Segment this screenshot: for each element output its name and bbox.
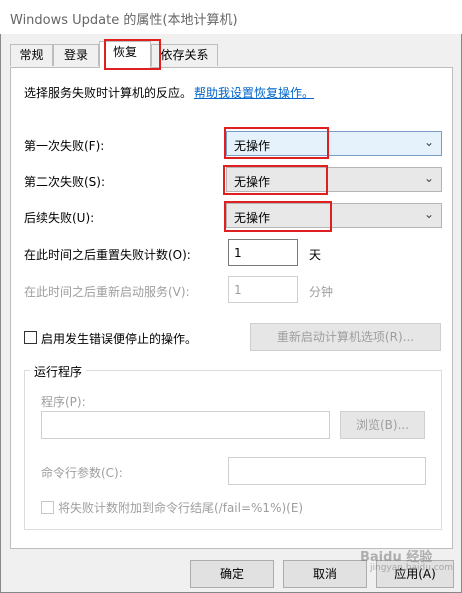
chevron-down-icon: ⌄ [423, 135, 434, 149]
watermark-url: jingyan.baidu.com [370, 563, 454, 573]
ok-button[interactable]: 确定 [190, 560, 274, 588]
program-input[interactable] [41, 411, 330, 439]
tab-dependencies[interactable]: 依存关系 [151, 44, 218, 66]
help-link[interactable]: 帮助我设置恢复操作。 [194, 84, 314, 101]
reset-count-label: 在此时间之后重置失败计数(O): [24, 248, 191, 262]
cmd-params-input[interactable] [228, 457, 426, 485]
intro-text: 选择服务失败时计算机的反应。 [24, 86, 193, 100]
enable-actions-label: 启用发生错误便停止的操作。 [41, 332, 198, 346]
browse-button[interactable]: 浏览(B)... [340, 411, 425, 439]
tab-logon[interactable]: 登录 [53, 44, 99, 66]
subsequent-failure-label: 后续失败(U): [24, 211, 95, 225]
append-fail-checkbox[interactable] [41, 501, 54, 514]
first-failure-label: 第一次失败(F): [24, 139, 105, 153]
tab-general[interactable]: 常规 [10, 44, 53, 66]
highlight-recovery-tab [104, 39, 161, 70]
highlight-first-failure [224, 127, 329, 159]
restart-service-value: 1 [234, 283, 242, 297]
reset-count-unit: 天 [309, 248, 322, 262]
run-program-title: 运行程序 [30, 363, 87, 380]
append-fail-label: 将失败计数附加到命令行结尾(/fail=%1%)(E) [58, 501, 304, 515]
cmd-params-label: 命令行参数(C): [41, 466, 123, 480]
restart-service-unit: 分钟 [309, 285, 334, 299]
cancel-button[interactable]: 取消 [283, 560, 367, 588]
reset-count-value: 1 [234, 246, 242, 260]
window-title: Windows Update 的属性(本地计算机) [10, 13, 238, 28]
chevron-down-icon: ⌄ [423, 171, 434, 185]
program-label: 程序(P): [41, 395, 86, 409]
reset-count-input[interactable]: 1 [228, 239, 298, 266]
title-bar: Windows Update 的属性(本地计算机) [0, 0, 462, 34]
restart-service-label: 在此时间之后重新启动服务(V): [24, 285, 190, 299]
restart-options-button[interactable]: 重新启动计算机选项(R)... [250, 323, 441, 351]
enable-actions-checkbox[interactable] [24, 331, 37, 344]
restart-service-input[interactable]: 1 [228, 276, 298, 303]
second-failure-label: 第二次失败(S): [24, 175, 106, 189]
chevron-down-icon: ⌄ [423, 207, 434, 221]
highlight-second-failure [223, 165, 328, 195]
highlight-subsequent-failure [224, 201, 332, 232]
